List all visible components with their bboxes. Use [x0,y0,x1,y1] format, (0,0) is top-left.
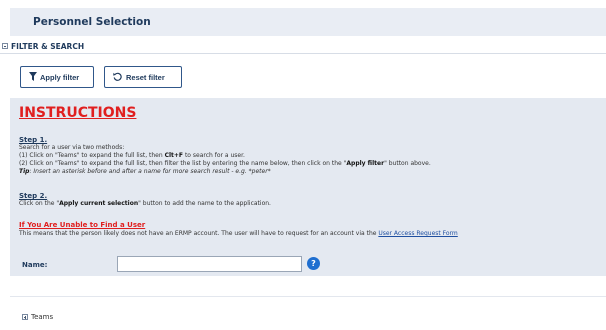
funnel-icon [29,72,37,83]
apply-filter-button[interactable]: Apply filter [20,66,94,88]
reset-filter-button[interactable]: Reset filter [104,66,182,88]
question-circle-icon[interactable]: ? [307,257,320,270]
step1-method1: (1) Click on "Teams" to expand the full … [19,152,245,159]
plus-square-icon[interactable] [22,314,28,320]
teams-label[interactable]: Teams [31,313,53,321]
page-title: Personnel Selection [33,16,151,28]
unable-text: This means that the person likely does n… [19,230,458,237]
step1-tip: Tip: Insert an asterisk before and after… [19,168,271,175]
undo-icon [113,72,122,83]
instructions-title: INSTRUCTIONS [19,105,137,121]
user-access-request-link[interactable]: User Access Request Form [378,230,457,237]
instructions-panel: INSTRUCTIONS Step 1. Search for a user v… [10,98,606,276]
step1-method2: (2) Click on "Teams" to expand the full … [19,160,431,167]
step2-heading: Step 2. [19,192,48,200]
step1-intro: Search for a user via two methods: [19,144,125,151]
apply-filter-label: Apply filter [40,73,80,82]
step2-text: Click on the "Apply current selection" b… [19,200,271,207]
name-input[interactable] [117,256,302,272]
unable-heading: If You Are Unable to Find a User [19,221,146,229]
step1-heading: Step 1. [19,136,48,144]
page-header: Personnel Selection [10,8,606,36]
filter-search-title: FILTER & SEARCH [11,42,85,51]
name-label: Name: [22,261,48,269]
section-divider [10,296,606,297]
reset-filter-label: Reset filter [126,73,165,82]
filter-search-bar[interactable]: FILTER & SEARCH [0,40,606,54]
collapse-icon[interactable] [2,43,8,49]
